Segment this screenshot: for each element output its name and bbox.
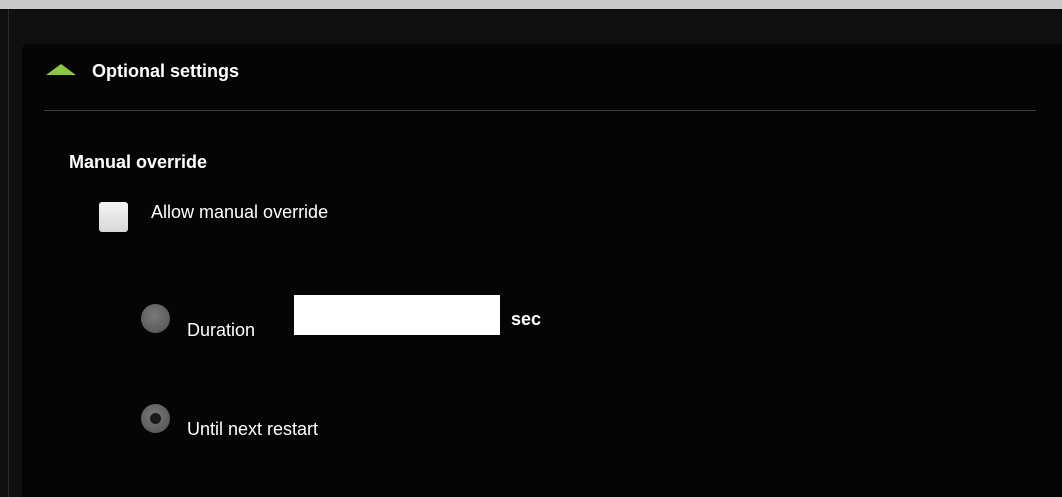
duration-radio[interactable]	[141, 304, 170, 333]
optional-settings-header[interactable]: Optional settings	[22, 44, 1062, 110]
allow-manual-override-label[interactable]: Allow manual override	[151, 202, 328, 223]
triangle-up-icon[interactable]	[46, 64, 76, 75]
page: Optional settings Manual override Allow …	[0, 0, 1062, 497]
until-next-restart-label[interactable]: Until next restart	[187, 419, 318, 440]
radio-selected-dot	[150, 413, 161, 424]
duration-label[interactable]: Duration	[187, 320, 255, 341]
optional-settings-panel: Optional settings Manual override Allow …	[22, 44, 1062, 497]
until-next-restart-radio[interactable]	[141, 404, 170, 433]
header-divider	[44, 110, 1036, 111]
allow-manual-override-checkbox[interactable]	[99, 202, 128, 232]
manual-override-title: Manual override	[69, 152, 208, 172]
top-strip	[0, 0, 1062, 9]
optional-settings-title: Optional settings	[92, 61, 240, 81]
duration-input[interactable]	[294, 295, 500, 335]
duration-unit-label: sec	[511, 309, 542, 329]
left-edge-divider	[8, 9, 9, 497]
